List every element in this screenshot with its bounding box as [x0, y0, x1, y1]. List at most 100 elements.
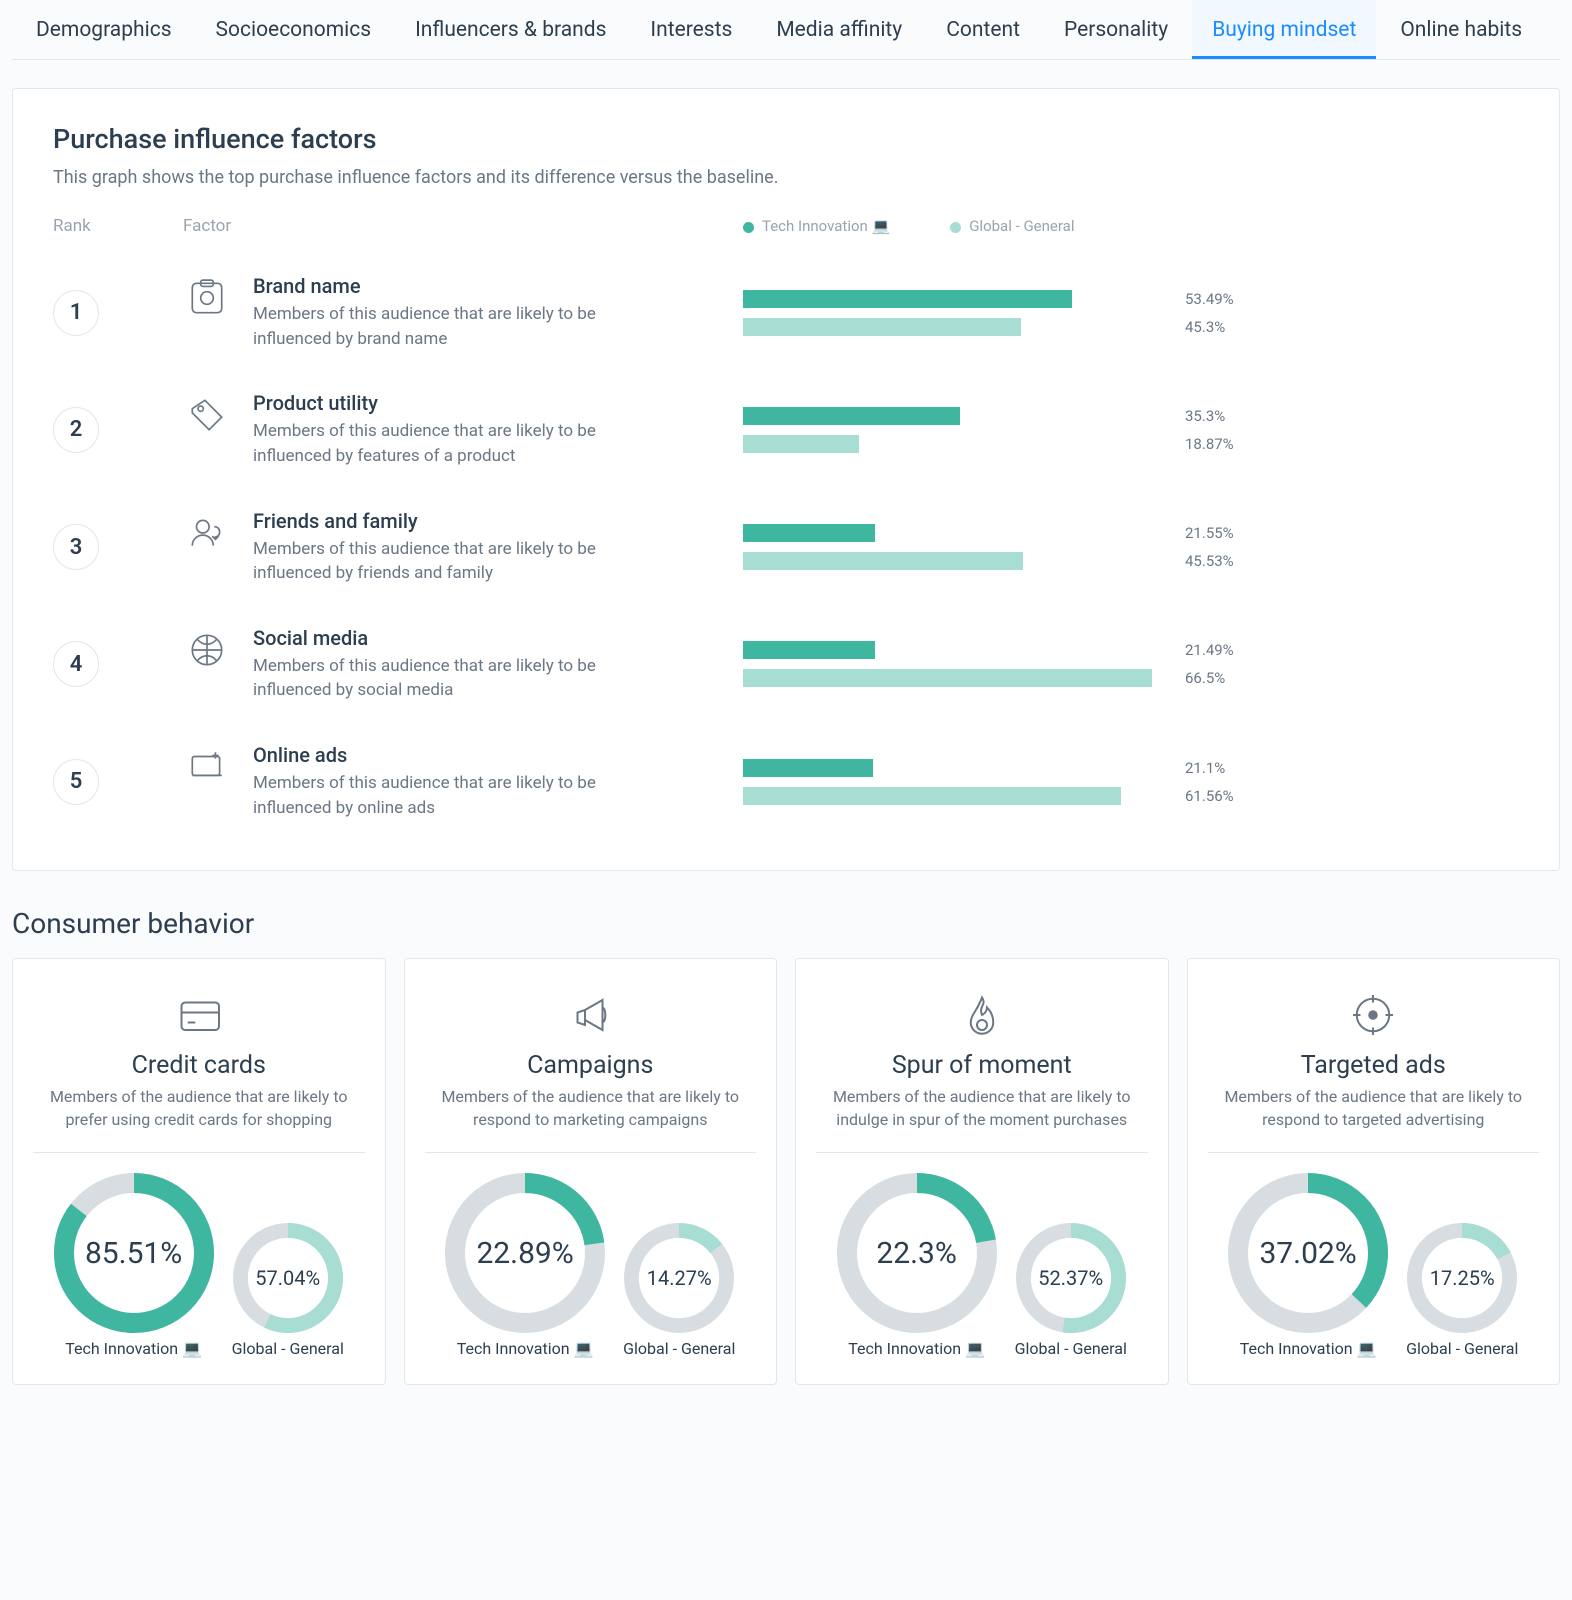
dot-icon: [950, 222, 961, 233]
purchase-influence-card: Purchase influence factors This graph sh…: [12, 88, 1560, 871]
bar-label-b: 61.56%: [1185, 787, 1234, 805]
cb-card-desc: Members of the audience that are likely …: [816, 1086, 1148, 1132]
cb-card-title: Targeted ads: [1208, 1051, 1540, 1080]
donut-value-b: 52.37%: [1016, 1223, 1126, 1333]
consumer-behavior-title: Consumer behavior: [12, 907, 1560, 940]
donut-series-b: 57.04%: [233, 1223, 343, 1333]
factor-name: Friends and family: [253, 509, 653, 533]
factor-desc: Members of this audience that are likely…: [253, 419, 653, 468]
bar-label-a: 21.55%: [1185, 524, 1234, 542]
factor-bars: 21.1% 61.56%: [743, 759, 1519, 805]
donut-label-b: Global - General: [1015, 1339, 1127, 1358]
donut-series-b: 14.27%: [624, 1223, 734, 1333]
factor-icon: [183, 274, 231, 322]
consumer-behavior-card: Spur of moment Members of the audience t…: [795, 958, 1169, 1385]
bar-label-b: 45.3%: [1185, 318, 1225, 336]
col-rank-header: Rank: [53, 216, 183, 236]
factor-desc: Members of this audience that are likely…: [253, 537, 653, 586]
factor-bars: 35.3% 18.87%: [743, 407, 1519, 453]
bar-series-b: [743, 552, 1023, 570]
donut-value-a: 22.89%: [445, 1173, 605, 1333]
divider: [33, 1152, 365, 1153]
bar-series-b: [743, 669, 1152, 687]
bar-series-a: [743, 641, 875, 659]
bar-series-a: [743, 524, 875, 542]
consumer-behavior-card: Campaigns Members of the audience that a…: [404, 958, 778, 1385]
legend-series-a: Tech Innovation 💻: [743, 217, 890, 235]
rank-badge: 3: [53, 524, 99, 570]
factor-bars: 21.55% 45.53%: [743, 524, 1519, 570]
donut-series-a: 22.89%: [445, 1173, 605, 1333]
bar-series-a: [743, 290, 1072, 308]
purchase-influence-subtitle: This graph shows the top purchase influe…: [53, 167, 1519, 188]
bar-series-b: [743, 435, 859, 453]
factor-name: Brand name: [253, 274, 653, 298]
donut-series-a: 22.3%: [837, 1173, 997, 1333]
bar-label-a: 21.49%: [1185, 641, 1234, 659]
cb-card-desc: Members of the audience that are likely …: [425, 1086, 757, 1132]
donut-series-a: 85.51%: [54, 1173, 214, 1333]
bar-label-b: 18.87%: [1185, 435, 1234, 453]
donut-series-b: 17.25%: [1407, 1223, 1517, 1333]
legend-series-b: Global - General: [950, 217, 1074, 235]
donut-value-a: 85.51%: [54, 1173, 214, 1333]
factor-icon: [183, 509, 231, 557]
tab-online-habits[interactable]: Online habits: [1380, 0, 1542, 59]
bar-series-b: [743, 318, 1021, 336]
chart-legend: Tech Innovation 💻 Global - General: [743, 217, 1519, 235]
consumer-behavior-card: Targeted ads Members of the audience tha…: [1187, 958, 1561, 1385]
factor-row: 2 Product utility Members of this audien…: [53, 371, 1519, 488]
cb-card-title: Spur of moment: [816, 1051, 1148, 1080]
tab-interests[interactable]: Interests: [630, 0, 752, 59]
rank-badge: 4: [53, 641, 99, 687]
cb-icon: [33, 989, 365, 1041]
bar-label-a: 35.3%: [1185, 407, 1225, 425]
factor-icon: [183, 391, 231, 439]
tab-socioeconomics[interactable]: Socioeconomics: [196, 0, 392, 59]
tab-content[interactable]: Content: [926, 0, 1040, 59]
bar-series-b: [743, 787, 1121, 805]
factor-icon: [183, 626, 231, 674]
factor-row: 3 Friends and family Members of this aud…: [53, 489, 1519, 606]
factor-name: Social media: [253, 626, 653, 650]
factor-row: 1 Brand name Members of this audience th…: [53, 254, 1519, 371]
consumer-behavior-grid: Credit cards Members of the audience tha…: [12, 958, 1560, 1385]
rank-badge: 5: [53, 759, 99, 805]
factor-name: Online ads: [253, 743, 653, 767]
factor-icon: [183, 743, 231, 791]
factor-name: Product utility: [253, 391, 653, 415]
divider: [816, 1152, 1148, 1153]
tab-demographics[interactable]: Demographics: [16, 0, 192, 59]
cb-icon: [816, 989, 1148, 1041]
tab-media-affinity[interactable]: Media affinity: [756, 0, 922, 59]
donut-label-b: Global - General: [232, 1339, 344, 1358]
divider: [425, 1152, 757, 1153]
cb-card-desc: Members of the audience that are likely …: [1208, 1086, 1540, 1132]
bar-label-a: 53.49%: [1185, 290, 1234, 308]
factor-bars: 53.49% 45.3%: [743, 290, 1519, 336]
rank-badge: 1: [53, 290, 99, 336]
cb-icon: [425, 989, 757, 1041]
donut-label-a: Tech Innovation 💻: [1240, 1339, 1377, 1358]
factor-row: 4 Social media Members of this audience …: [53, 606, 1519, 723]
tab-buying-mindset[interactable]: Buying mindset: [1192, 0, 1376, 59]
tab-influencers-brands[interactable]: Influencers & brands: [395, 0, 626, 59]
cb-card-title: Campaigns: [425, 1051, 757, 1080]
divider: [1208, 1152, 1540, 1153]
donut-label-b: Global - General: [1406, 1339, 1518, 1358]
cb-card-title: Credit cards: [33, 1051, 365, 1080]
factor-bars: 21.49% 66.5%: [743, 641, 1519, 687]
bar-series-a: [743, 407, 960, 425]
donut-series-a: 37.02%: [1228, 1173, 1388, 1333]
consumer-behavior-card: Credit cards Members of the audience tha…: [12, 958, 386, 1385]
factor-desc: Members of this audience that are likely…: [253, 771, 653, 820]
donut-label-a: Tech Innovation 💻: [65, 1339, 202, 1358]
donut-value-a: 37.02%: [1228, 1173, 1388, 1333]
bar-label-b: 66.5%: [1185, 669, 1225, 687]
dot-icon: [743, 222, 754, 233]
tab-bar: Demographics Socioeconomics Influencers …: [12, 0, 1560, 60]
donut-value-a: 22.3%: [837, 1173, 997, 1333]
tab-personality[interactable]: Personality: [1044, 0, 1188, 59]
donut-label-a: Tech Innovation 💻: [848, 1339, 985, 1358]
factor-header-row: Rank Factor Tech Innovation 💻 Global - G…: [53, 216, 1519, 236]
